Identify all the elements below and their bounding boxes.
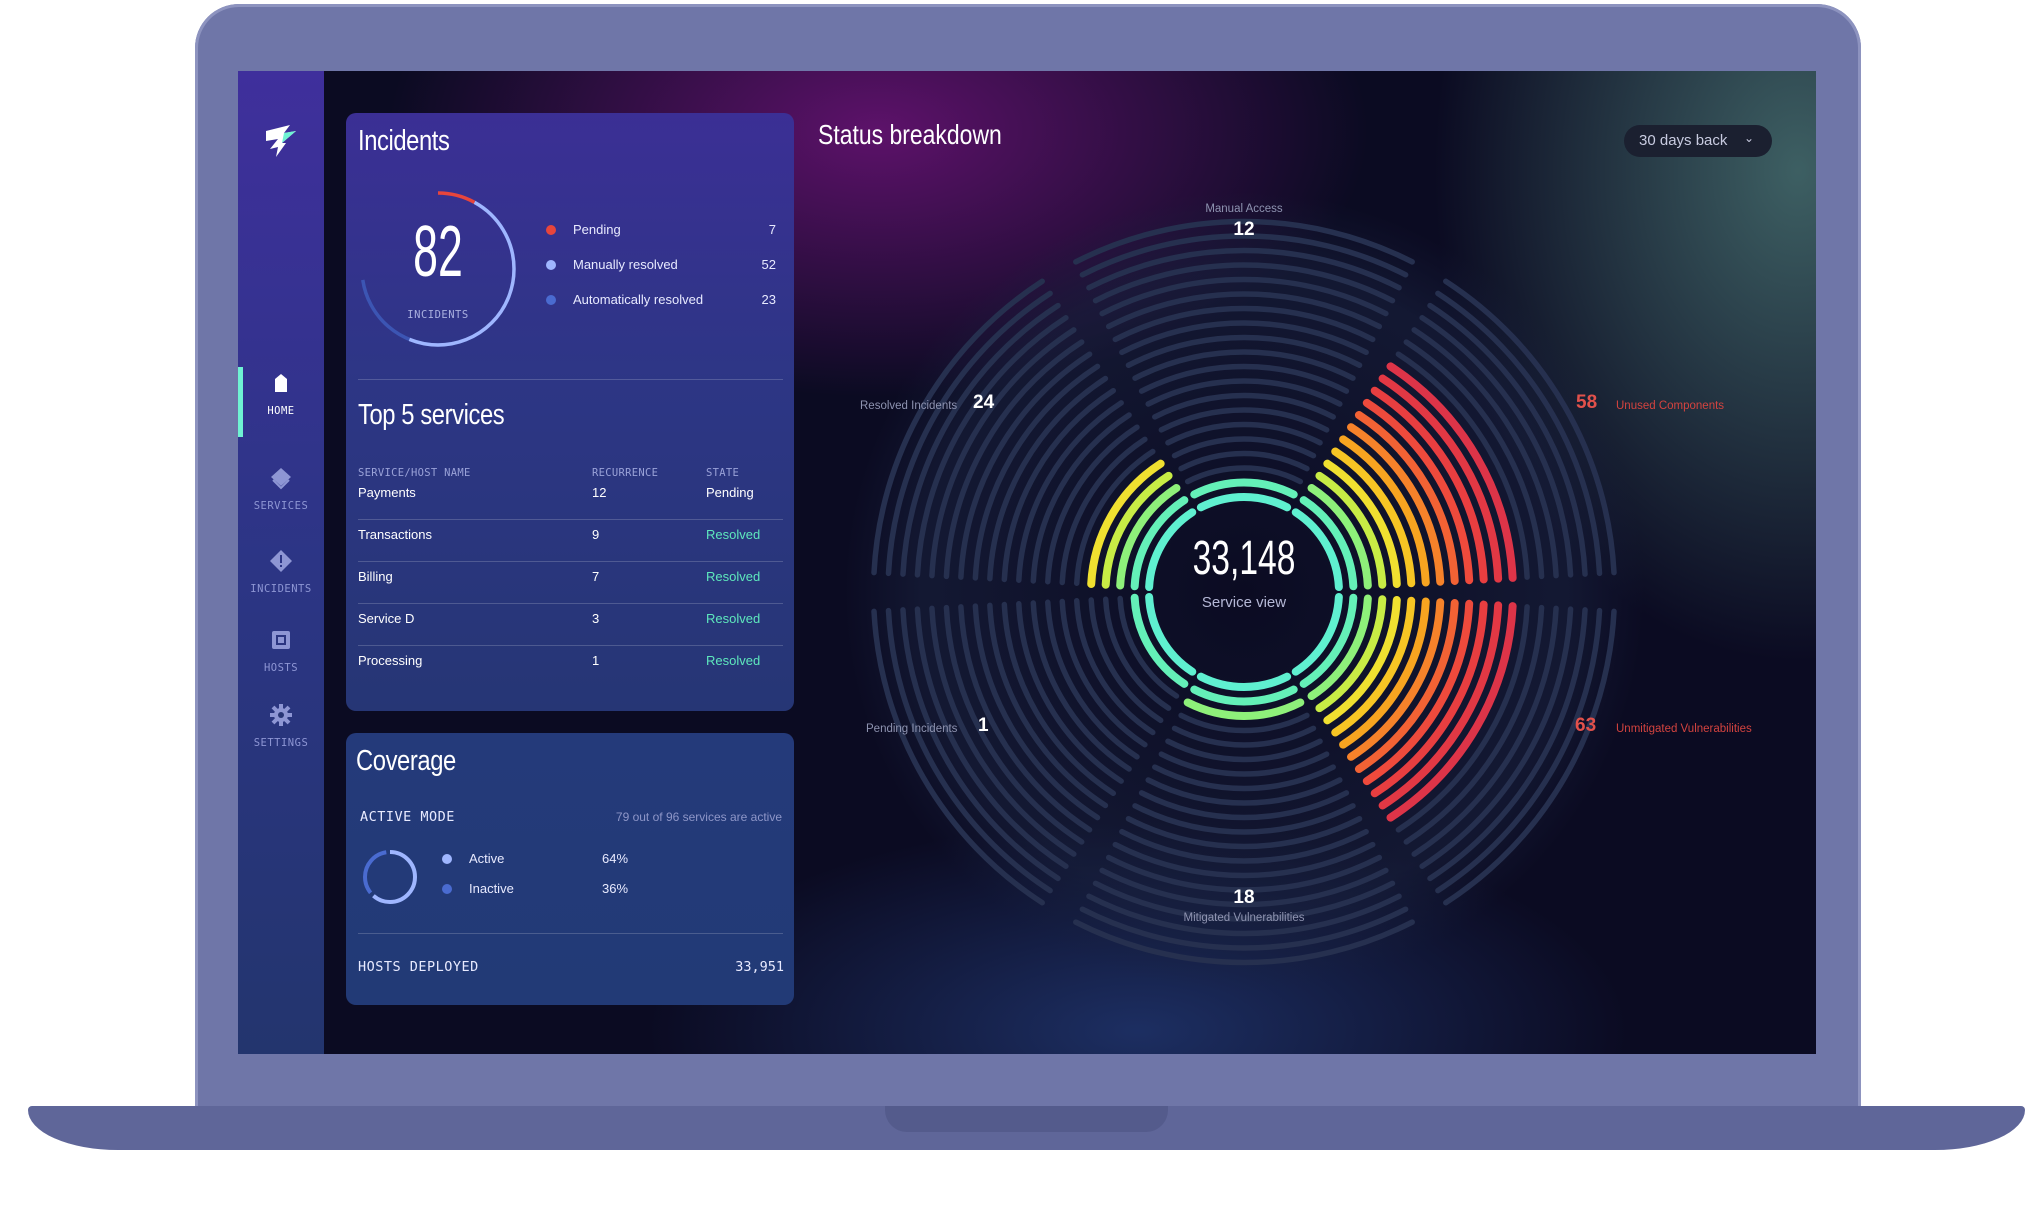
unmitigated-vulnerabilities-value: 63 [1575, 715, 1597, 736]
unused-components-value: 58 [1576, 392, 1598, 413]
mitigated-vulnerabilities-value: 18 [1233, 887, 1255, 908]
pending-incidents-label: Pending Incidents [866, 723, 958, 735]
resolved-incidents-value: 24 [973, 392, 995, 413]
pending-incidents-value: 1 [978, 715, 989, 736]
screen: HOME SERVICES INCIDENTS HOSTS SETTINGS I… [238, 71, 1816, 1054]
unused-components-label: Unused Components [1616, 400, 1725, 412]
manual-access-value: 12 [1233, 219, 1255, 240]
center-label: Service view [1201, 594, 1287, 611]
unmitigated-vulnerabilities-label: Unmitigated Vulnerabilities [1616, 723, 1752, 735]
status-radial-chart [844, 192, 1644, 992]
manual-access-label: Manual Access [1205, 203, 1283, 215]
chart-halo [844, 192, 1644, 992]
resolved-incidents-label: Resolved Incidents [860, 400, 958, 412]
laptop-notch [885, 1106, 1168, 1132]
center-value: 33,148 [1192, 532, 1296, 585]
mitigated-vulnerabilities-label: Mitigated Vulnerabilities [1183, 912, 1305, 924]
